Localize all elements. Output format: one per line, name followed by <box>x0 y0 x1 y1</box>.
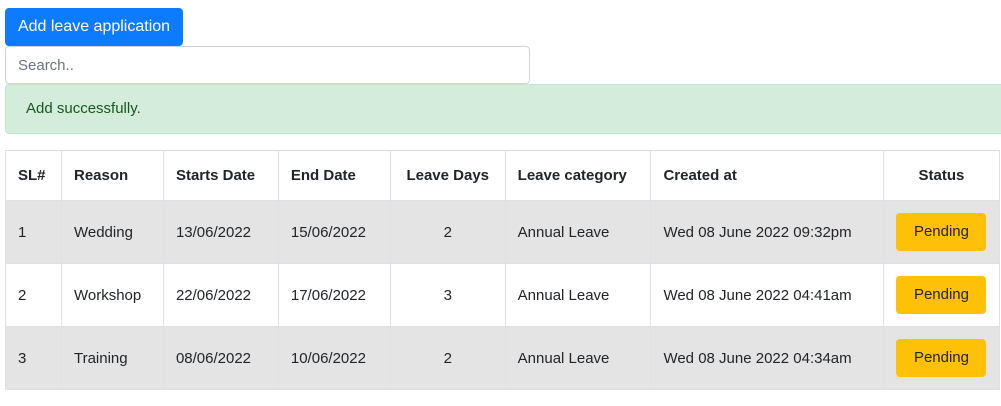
cell-status: Pending <box>882 263 1001 327</box>
column-header-end-date: End Date <box>277 150 391 201</box>
cell-start-date: 08/06/2022 <box>162 326 279 390</box>
cell-sl: 1 <box>5 200 62 264</box>
column-header-sl: SL# <box>5 150 62 201</box>
table-row: 1 Wedding 13/06/2022 15/06/2022 2 Annual… <box>5 200 1001 264</box>
status-pending-button[interactable]: Pending <box>896 213 987 251</box>
cell-leave-category: Annual Leave <box>504 263 652 327</box>
cell-leave-category: Annual Leave <box>504 200 652 264</box>
column-header-starts-date: Starts Date <box>162 150 279 201</box>
cell-sl: 2 <box>5 263 62 327</box>
leave-table: SL# Reason Starts Date End Date Leave Da… <box>5 150 1001 390</box>
column-header-leave-days: Leave Days <box>389 150 506 201</box>
column-header-leave-category: Leave category <box>504 150 652 201</box>
cell-reason: Workshop <box>60 263 164 327</box>
add-leave-application-button[interactable]: Add leave application <box>5 8 183 46</box>
cell-leave-days: 2 <box>389 326 506 390</box>
cell-end-date: 15/06/2022 <box>277 200 391 264</box>
search-input[interactable] <box>5 46 530 84</box>
cell-end-date: 10/06/2022 <box>277 326 391 390</box>
cell-start-date: 13/06/2022 <box>162 200 279 264</box>
cell-end-date: 17/06/2022 <box>277 263 391 327</box>
column-header-status: Status <box>882 150 1001 201</box>
column-header-reason: Reason <box>60 150 164 201</box>
cell-status: Pending <box>882 326 1001 390</box>
status-pending-button[interactable]: Pending <box>896 339 987 377</box>
table-row: 2 Workshop 22/06/2022 17/06/2022 3 Annua… <box>5 263 1001 327</box>
cell-sl: 3 <box>5 326 62 390</box>
table-header-row: SL# Reason Starts Date End Date Leave Da… <box>5 150 1001 201</box>
cell-leave-days: 3 <box>389 263 506 327</box>
status-pending-button[interactable]: Pending <box>896 276 987 314</box>
cell-created-at: Wed 08 June 2022 04:41am <box>650 263 884 327</box>
cell-status: Pending <box>882 200 1001 264</box>
cell-reason: Training <box>60 326 164 390</box>
cell-leave-category: Annual Leave <box>504 326 652 390</box>
cell-created-at: Wed 08 June 2022 04:34am <box>650 326 884 390</box>
success-alert: Add successfully. <box>5 84 1001 134</box>
column-header-created-at: Created at <box>650 150 884 201</box>
cell-leave-days: 2 <box>389 200 506 264</box>
cell-reason: Wedding <box>60 200 164 264</box>
cell-start-date: 22/06/2022 <box>162 263 279 327</box>
cell-created-at: Wed 08 June 2022 09:32pm <box>650 200 884 264</box>
table-row: 3 Training 08/06/2022 10/06/2022 2 Annua… <box>5 326 1001 390</box>
